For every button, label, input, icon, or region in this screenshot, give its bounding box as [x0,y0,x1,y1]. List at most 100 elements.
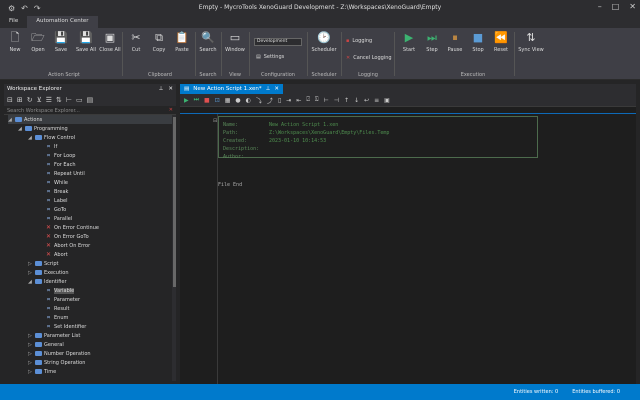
pin-icon[interactable]: ⊥ [159,86,164,92]
copy-button[interactable]: ⧉ Copy [148,31,170,53]
collapsed-arrow-icon[interactable]: ▷ [28,360,33,366]
move-up-icon[interactable]: ↑ [344,97,349,104]
expanded-arrow-icon[interactable]: ◢ [18,126,23,132]
maximize-icon[interactable]: □ [612,2,620,11]
record-icon[interactable]: ● [235,97,240,104]
tree-item[interactable]: ⌗ Label [38,196,67,205]
cut-button[interactable]: ✂ Cut [125,31,147,53]
tree-item[interactable]: ✕ On Error GoTo [38,232,89,241]
open-button[interactable]: 🗁 Open [27,31,49,53]
tree-item[interactable]: ⌗ Variable [38,286,75,295]
outdent-icon[interactable]: ⇤ [296,97,301,104]
minimize-icon[interactable]: – [598,2,602,11]
breakpoint-icon[interactable]: ⊡ [215,97,220,104]
sort-icon[interactable]: ⇅ [56,96,62,104]
step-out-icon[interactable]: ⤴ [267,96,273,105]
comment-icon[interactable]: ⍁ [306,96,310,104]
close-icon[interactable]: ✕ [168,86,173,92]
tree-icon[interactable]: ⊢ [66,96,72,104]
tree-item[interactable]: ⌗ Set Identifier [38,322,86,331]
tree-item[interactable]: ⌗ Enum [38,313,68,322]
close-tab-icon[interactable]: ✕ [274,86,279,92]
collapsed-arrow-icon[interactable]: ▷ [28,261,33,267]
script-header-block[interactable]: Name: New Action Script 1.xen Path: Z:\Wor… [218,116,538,160]
step-button[interactable]: ⏭ Step [421,31,443,53]
expanded-arrow-icon[interactable]: ◢ [28,279,33,285]
tree-item[interactable]: ⌗ For Loop [38,151,75,160]
clear-search-icon[interactable]: ✕ [169,107,173,113]
options-icon[interactable]: ▤ [87,96,94,104]
tree-item[interactable]: ▷ Time [28,367,56,376]
view-icon[interactable]: ▣ [384,97,390,104]
new-button[interactable]: 🗋 New [4,31,26,53]
align-icon[interactable]: ≡ [374,97,379,104]
format-icon[interactable]: ⊣ [334,97,339,104]
tree-item[interactable]: ▷ String Operation [28,358,85,367]
run-icon[interactable]: ▶ [184,97,189,104]
move-down-icon[interactable]: ↓ [354,97,359,104]
paste-button[interactable]: 📋 Paste [171,31,193,53]
filter-icon[interactable]: ⊻ [37,96,42,104]
expand-icon[interactable]: ⊞ [17,96,23,104]
collapse-icon[interactable]: ⊟ [7,96,13,104]
tree-item[interactable]: ⌗ Parameter [38,295,80,304]
start-button[interactable]: ▶ Start [398,31,420,53]
tree-item[interactable]: ◢ Flow Control [28,133,75,142]
indent-icon[interactable]: ⇥ [286,97,291,104]
toggle-icon[interactable]: ▦ [225,97,231,104]
stop-button[interactable]: ■ Stop [467,31,489,53]
pin-icon[interactable]: ⊥ [266,86,271,92]
tab-file[interactable]: File [0,16,27,28]
step-into-icon[interactable]: ⤵ [256,96,262,105]
expanded-arrow-icon[interactable]: ◢ [8,117,13,123]
logging-button[interactable]: ▪ Logging [346,38,372,44]
search-button[interactable]: 🔍 Search [197,31,219,53]
collapsed-arrow-icon[interactable]: ▷ [28,342,33,348]
step-icon[interactable]: ⏭ [194,96,199,104]
cancel-logging-button[interactable]: ✕ Cancel Logging [346,55,392,61]
tab-automation-center[interactable]: Automation Center [27,16,98,28]
tree-item[interactable]: ⌗ For Each [38,160,75,169]
tree-item[interactable]: ⌗ Result [38,304,69,313]
tree-item[interactable]: ▷ Execution [28,268,69,277]
tree-item[interactable]: ✕ Abort [38,250,68,259]
tree-item[interactable]: ▷ Parameter List [28,331,80,340]
circle-icon[interactable]: ◐ [246,97,251,104]
tree-item[interactable]: ◢ Actions [8,115,174,124]
pause-button[interactable]: ⏸ Pause [444,31,466,53]
collapsed-arrow-icon[interactable]: ▷ [28,369,33,375]
wrap-icon[interactable]: ↩ [364,97,369,104]
configuration-combo[interactable]: Development [254,38,302,46]
save-button[interactable]: 💾 Save [50,31,72,53]
stop-icon[interactable]: ■ [204,97,210,104]
save-all-button[interactable]: 💾 Save All [75,31,97,53]
scrollbar-thumb[interactable] [172,117,176,287]
tree-item[interactable]: ▷ Number Operation [28,349,91,358]
fold-marker[interactable]: ⊟ [213,118,217,124]
window-button[interactable]: ▭ Window [224,31,246,53]
tree-item[interactable]: ⌗ If [38,142,57,151]
tree-item[interactable]: ⌗ Parallel [38,214,72,223]
collapsed-arrow-icon[interactable]: ▷ [28,333,33,339]
tree-item[interactable]: ⌗ Break [38,187,68,196]
uncomment-icon[interactable]: ⍂ [315,96,319,104]
bookmark-icon[interactable]: ⊢ [324,97,329,104]
outline-icon[interactable]: ▯ [278,97,281,104]
sync-view-button[interactable]: ⇅ Sync View [518,31,544,53]
explorer-scrollbar[interactable] [172,115,176,381]
tree-item[interactable]: ◢ Identifier [28,277,67,286]
reset-button[interactable]: ⏪ Reset [490,31,512,53]
tree-item[interactable]: ✕ On Error Continue [38,223,99,232]
tree-item[interactable]: ▷ Script [28,259,59,268]
tree-item[interactable]: ✕ Abort On Error [38,241,90,250]
scheduler-button[interactable]: 🕑 Scheduler [311,31,337,53]
expanded-arrow-icon[interactable]: ◢ [28,135,33,141]
tab-new-action-script[interactable]: ▤ New Action Script 1.xen* ⊥ ✕ [180,84,283,94]
folder-icon[interactable]: ▭ [76,96,83,104]
tree-item[interactable]: ▷ General [28,340,64,349]
tree-item[interactable]: ◢ Programming [18,124,68,133]
close-icon[interactable]: ✕ [629,2,636,11]
collapsed-arrow-icon[interactable]: ▷ [28,351,33,357]
list-icon[interactable]: ☰ [46,96,52,104]
refresh-icon[interactable]: ↻ [27,96,33,104]
